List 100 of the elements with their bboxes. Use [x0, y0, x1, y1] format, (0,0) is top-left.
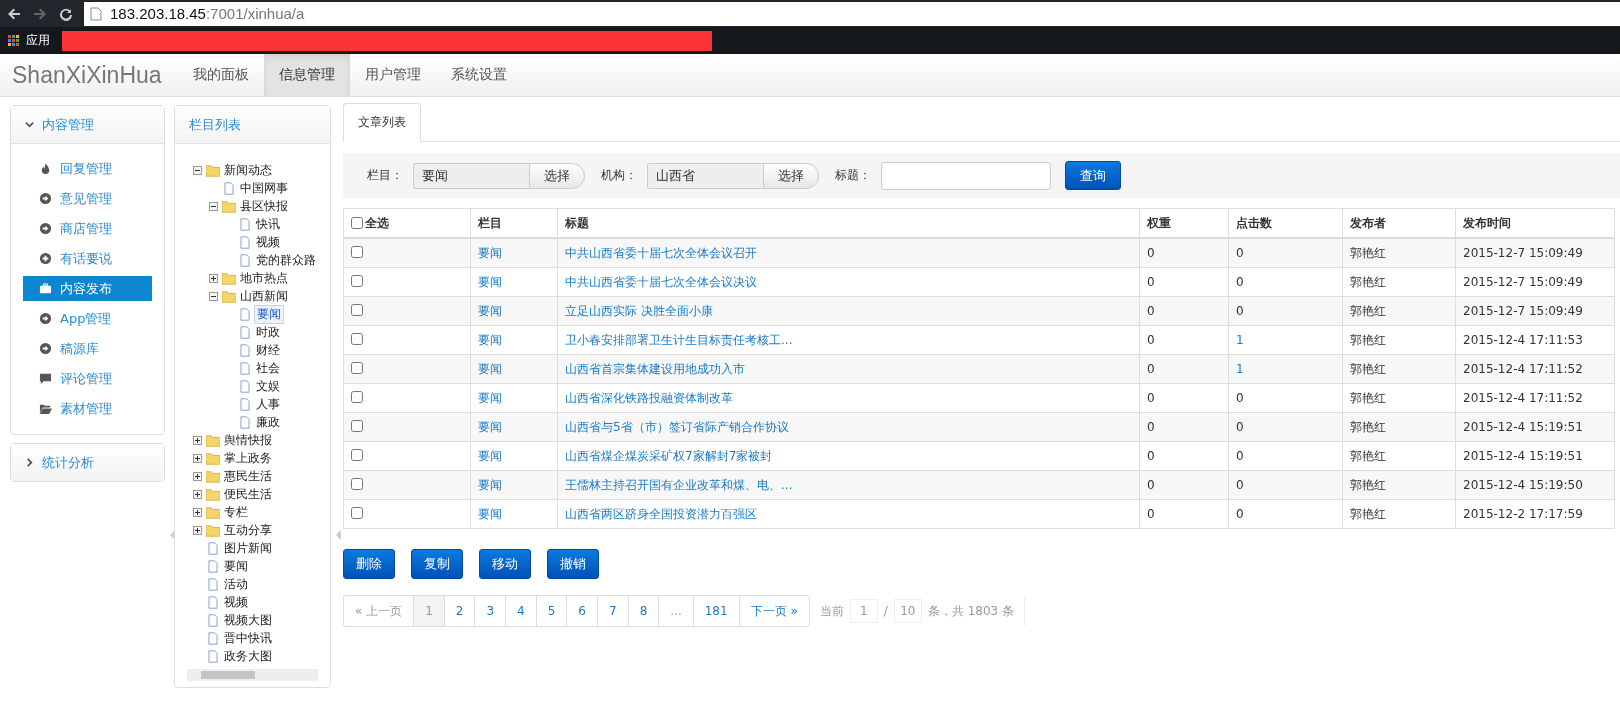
page-size-field[interactable]: 10 — [893, 599, 922, 623]
sidebar-item[interactable]: 意见管理 — [23, 186, 152, 211]
panel-header[interactable]: 内容管理 — [11, 106, 164, 144]
tree-node[interactable]: 快讯 — [254, 215, 282, 233]
sidebar-item[interactable]: 商店管理 — [23, 216, 152, 241]
article-link[interactable]: 山西省煤企煤炭采矿权7家解封7家被封 — [565, 448, 773, 463]
article-link[interactable]: 立足山西实际 决胜全面小康 — [565, 303, 713, 318]
article-link[interactable]: 山西省深化铁路投融资体制改革 — [565, 390, 733, 405]
article-link[interactable]: 王儒林主持召开国有企业改革和煤、电、... — [565, 477, 793, 492]
column-link[interactable]: 要闻 — [478, 303, 502, 318]
content-tab[interactable]: 文章列表 — [343, 103, 421, 142]
tree-node[interactable]: 惠民生活 — [222, 467, 274, 485]
page-link[interactable]: 6 — [566, 596, 597, 626]
tree-node[interactable]: 地市热点 — [238, 269, 290, 287]
column-link[interactable]: 要闻 — [478, 448, 502, 463]
row-checkbox[interactable] — [351, 419, 363, 432]
row-checkbox[interactable] — [351, 390, 363, 403]
tree-node[interactable]: 财经 — [254, 341, 282, 359]
tree-node[interactable]: 舆情快报 — [222, 431, 274, 449]
action-button[interactable]: 移动 — [479, 549, 531, 579]
sidebar-item[interactable]: 内容发布 — [23, 276, 152, 301]
nav-tab[interactable]: 系统设置 — [435, 54, 522, 96]
collapse-icon[interactable] — [209, 291, 218, 301]
page-link[interactable]: 4 — [505, 596, 536, 626]
article-link[interactable]: 卫小春安排部署卫生计生目标责任考核工... — [565, 332, 793, 347]
tree-node[interactable]: 廉政 — [254, 413, 282, 431]
sidebar-item[interactable]: 稿源库 — [23, 336, 152, 361]
row-checkbox[interactable] — [351, 477, 363, 490]
tree-node[interactable]: 晋中快讯 — [222, 629, 274, 647]
column-link[interactable]: 要闻 — [478, 477, 502, 492]
panel-header[interactable]: 统计分析 — [11, 444, 164, 481]
tree-node[interactable]: 中国网事 — [238, 179, 290, 197]
brand-title[interactable]: ShanXiXinHua — [0, 54, 178, 96]
column-link[interactable]: 要闻 — [478, 245, 502, 260]
expand-icon[interactable] — [193, 507, 202, 517]
tree-node[interactable]: 党的群众路 — [254, 251, 318, 269]
column-link[interactable]: 要闻 — [478, 361, 502, 376]
column-link[interactable]: 要闻 — [478, 274, 502, 289]
row-checkbox[interactable] — [351, 245, 363, 258]
title-field[interactable] — [881, 161, 1051, 190]
row-checkbox[interactable] — [351, 303, 363, 316]
tree-node[interactable]: 图片新闻 — [222, 539, 274, 557]
sidebar-item[interactable]: 有话要说 — [23, 246, 152, 271]
tree-node[interactable]: 要闻 — [222, 557, 250, 575]
article-link[interactable]: 中共山西省委十届七次全体会议决议 — [565, 274, 757, 289]
sidebar-item[interactable]: 评论管理 — [23, 366, 152, 391]
article-link[interactable]: 山西省与5省（市）签订省际产销合作协议 — [565, 419, 789, 434]
tree-node[interactable]: 活动 — [222, 575, 250, 593]
tree-node[interactable]: 山西新闻 — [238, 287, 290, 305]
tree-node[interactable]: 视频大图 — [222, 611, 274, 629]
tree-node[interactable]: 县区快报 — [238, 197, 290, 215]
page-link[interactable]: 5 — [535, 596, 567, 626]
tree-node[interactable]: 文娱 — [254, 377, 282, 395]
article-link[interactable]: 山西省两区跻身全国投资潜力百强区 — [565, 506, 757, 521]
expand-icon[interactable] — [193, 489, 202, 499]
row-checkbox[interactable] — [351, 361, 363, 374]
collapse-icon[interactable] — [193, 165, 202, 175]
tree-node[interactable]: 互动分享 — [222, 521, 274, 539]
tree-node[interactable]: 专栏 — [222, 503, 250, 521]
organization-field[interactable]: 山西省 — [647, 162, 763, 189]
article-link[interactable]: 山西省首宗集体建设用地成功入市 — [565, 361, 745, 376]
tree-node[interactable]: 人事 — [254, 395, 282, 413]
collapse-icon[interactable] — [209, 201, 218, 211]
expand-icon[interactable] — [193, 525, 202, 535]
choose-button[interactable]: 选择 — [529, 162, 585, 189]
expand-icon[interactable] — [193, 453, 202, 463]
tree-node[interactable]: 新闻动态 — [222, 161, 274, 179]
page-link[interactable]: 2 — [443, 596, 475, 626]
column-field[interactable]: 要闻 — [413, 162, 529, 189]
tree-node[interactable]: 视频 — [254, 233, 282, 251]
page-link[interactable]: 181 — [692, 596, 739, 626]
expand-icon[interactable] — [209, 273, 218, 283]
action-button[interactable]: 删除 — [343, 549, 395, 579]
row-checkbox[interactable] — [351, 332, 363, 345]
column-link[interactable]: 要闻 — [478, 506, 502, 521]
select-all-checkbox[interactable] — [351, 217, 363, 229]
nav-tab[interactable]: 信息管理 — [263, 54, 350, 96]
search-button[interactable]: 查询 — [1065, 161, 1121, 190]
column-link[interactable]: 要闻 — [478, 390, 502, 405]
address-bar[interactable]: 183.203.18.45:7001/xinhua/a — [84, 1, 1620, 26]
nav-tab[interactable]: 我的面板 — [177, 54, 264, 96]
tree-node[interactable]: 掌上政务 — [222, 449, 274, 467]
expand-icon[interactable] — [193, 435, 202, 445]
tree-node[interactable]: 时政 — [254, 323, 282, 341]
row-checkbox[interactable] — [351, 448, 363, 461]
expand-icon[interactable] — [193, 471, 202, 481]
row-checkbox[interactable] — [351, 506, 363, 519]
tree-node[interactable]: 政务大图 — [222, 647, 274, 665]
apps-grid-icon[interactable] — [8, 34, 20, 47]
column-link[interactable]: 要闻 — [478, 332, 502, 347]
column-link[interactable]: 要闻 — [478, 419, 502, 434]
page-link[interactable]: 下一页 » — [738, 596, 809, 626]
action-button[interactable]: 撤销 — [547, 549, 599, 579]
page-link[interactable]: 3 — [474, 596, 506, 626]
sidebar-item[interactable]: App管理 — [23, 306, 152, 331]
bookmark-link[interactable]: 应用 — [26, 32, 50, 49]
sidebar-item[interactable]: 回复管理 — [23, 156, 152, 181]
tree-node[interactable]: 便民生活 — [222, 485, 274, 503]
choose-button[interactable]: 选择 — [763, 162, 819, 189]
tree-node[interactable]: 社会 — [254, 359, 282, 377]
